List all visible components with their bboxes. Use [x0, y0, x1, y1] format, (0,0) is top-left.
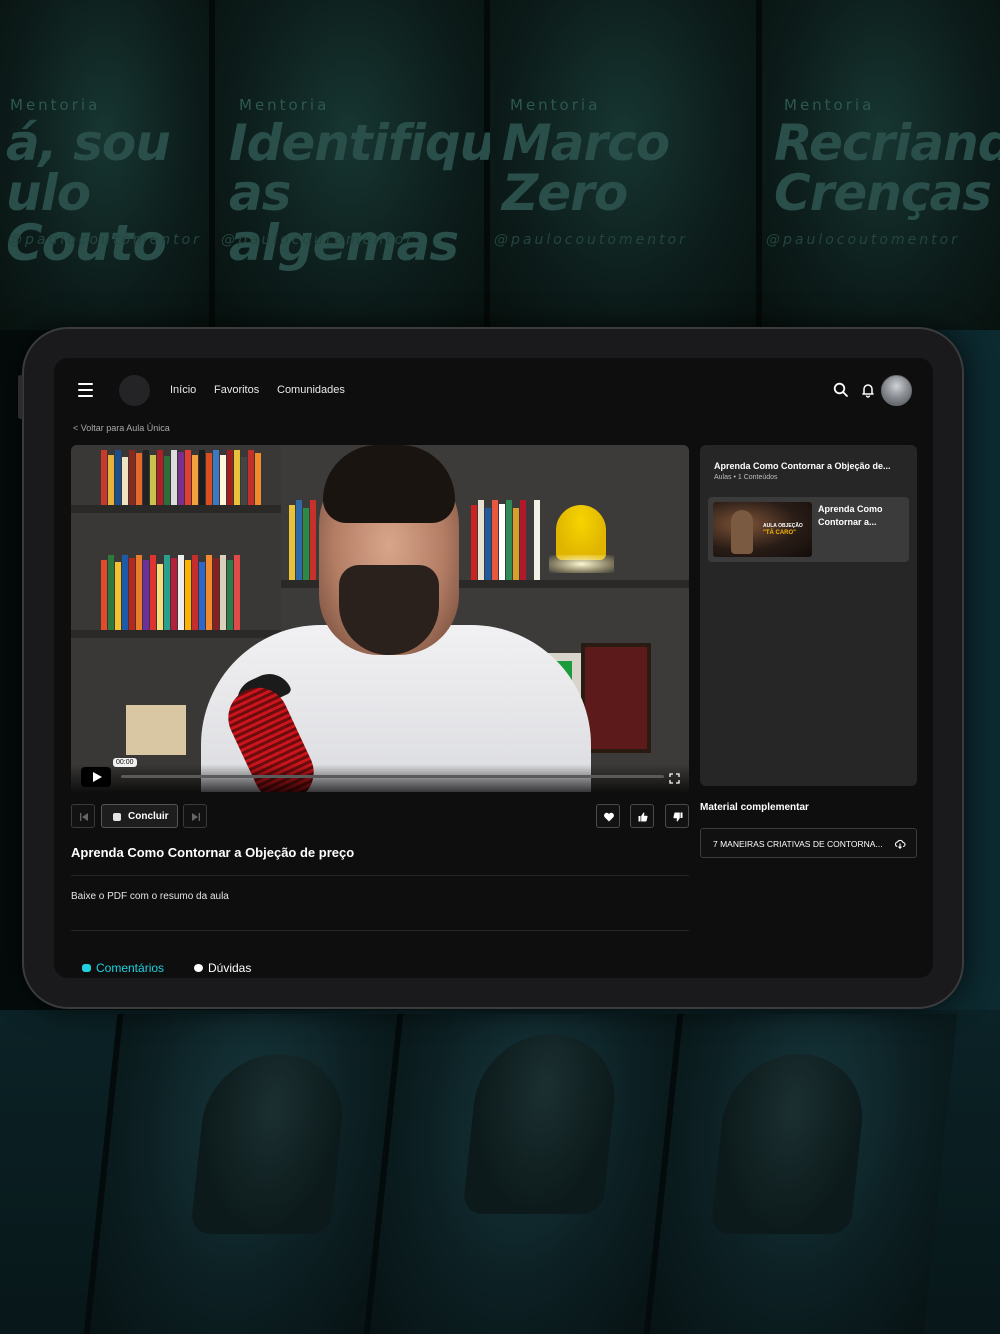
video-player[interactable]: 00:00 — [71, 445, 689, 792]
tab-questions-label: Dúvidas — [208, 961, 252, 975]
skip-forward-icon — [192, 813, 200, 821]
nav-link-inicio[interactable]: Início — [170, 384, 196, 396]
back-link[interactable]: < Voltar para Aula Única — [73, 423, 170, 433]
nav-link-comunidades[interactable]: Comunidades — [277, 384, 345, 396]
poster-handle: @paulocoutomentor — [494, 232, 688, 248]
poster-tag: Mentoria — [10, 96, 101, 114]
video-progress-bar[interactable] — [121, 775, 664, 778]
person-silhouette — [710, 1054, 870, 1234]
logo[interactable] — [119, 375, 150, 406]
tab-comments[interactable]: Comentários — [82, 961, 164, 975]
desk-lamp — [556, 505, 606, 560]
nav-link-favoritos[interactable]: Favoritos — [214, 384, 259, 396]
cloud-download-icon — [895, 839, 906, 849]
material-file-label: 7 MANEIRAS CRIATIVAS DE CONTORNA... — [713, 839, 883, 849]
poster-title: Recriando Crenças — [774, 114, 1000, 222]
poster-4: Mentoria Recriando Crenças @paulocoutome… — [762, 0, 1000, 330]
poster-handle: @paulocoutomentor — [8, 232, 202, 248]
playlist-item-label: Aprenda Como Contornar a... — [818, 504, 883, 527]
lesson-playlist: Aprenda Como Contornar a Objeção de... A… — [700, 445, 917, 786]
previous-lesson-button[interactable] — [71, 804, 95, 828]
favorite-button[interactable] — [596, 804, 620, 828]
photo-panel-3 — [642, 1014, 958, 1334]
books-row — [289, 500, 317, 580]
top-nav: Início Favoritos Comunidades — [54, 358, 933, 422]
comment-icon — [82, 964, 91, 972]
lamp-glow — [549, 555, 614, 573]
search-icon[interactable] — [833, 382, 849, 398]
shelf-board — [71, 630, 281, 638]
presenter-hair — [323, 445, 455, 523]
lesson-description: Baixe o PDF com o resumo da aula — [71, 891, 229, 902]
playlist-item[interactable]: AULA OBJEÇÃO "TÁ CARO" Aprenda Como Cont… — [708, 497, 909, 562]
video-controls-bar — [71, 764, 689, 792]
books-row — [471, 500, 541, 580]
poster-handle: @paulocoutomentor — [221, 232, 415, 248]
playlist-title: Aprenda Como Contornar a Objeção de... — [714, 461, 891, 471]
poster-tag: Mentoria — [510, 96, 601, 114]
conclude-button[interactable]: Concluir — [101, 804, 178, 828]
book-stack — [126, 705, 186, 755]
shelf-board — [71, 505, 281, 513]
app-screen: Início Favoritos Comunidades < Voltar pa… — [54, 358, 933, 978]
picture-frame — [581, 643, 651, 753]
question-icon — [194, 964, 203, 972]
video-time: 00:00 — [113, 758, 137, 767]
thumbnail-person — [731, 510, 753, 554]
divider — [71, 875, 689, 876]
heart-icon — [604, 812, 614, 822]
checkbox-icon — [113, 813, 121, 821]
next-lesson-button[interactable] — [183, 804, 207, 828]
poster-1: Mentoria á, sou ulo Couto @paulocoutomen… — [0, 0, 215, 330]
person-silhouette — [462, 1034, 622, 1214]
photo-panel-2 — [362, 1014, 678, 1334]
hamburger-menu-icon[interactable] — [78, 383, 93, 397]
lesson-thumbnail: AULA OBJEÇÃO "TÁ CARO" — [713, 502, 812, 557]
lesson-title: Aprenda Como Contornar a Objeção de preç… — [71, 845, 355, 860]
books-row — [101, 450, 262, 505]
poster-tag: Mentoria — [784, 96, 875, 114]
conclude-label: Concluir — [128, 811, 169, 822]
tablet-side-button — [18, 375, 23, 419]
user-avatar[interactable] — [881, 375, 912, 406]
poster-handle: @paulocoutomentor — [766, 232, 960, 248]
play-button[interactable] — [81, 767, 111, 787]
divider — [71, 930, 689, 931]
material-download-button[interactable]: 7 MANEIRAS CRIATIVAS DE CONTORNA... — [700, 828, 917, 858]
bell-icon[interactable] — [860, 382, 876, 398]
thumbs-up-icon — [638, 812, 648, 822]
poster-title: Marco Zero — [502, 114, 670, 222]
person-silhouette — [190, 1054, 350, 1234]
material-title: Material complementar — [700, 802, 809, 813]
photo-panel-1 — [82, 1014, 398, 1334]
books-row — [101, 555, 241, 630]
thumbnail-text: AULA OBJEÇÃO "TÁ CARO" — [763, 523, 803, 536]
tab-questions[interactable]: Dúvidas — [194, 961, 251, 975]
poster-tag: Mentoria — [239, 96, 330, 114]
playlist-subtitle: Aulas • 1 Conteúdos — [714, 474, 778, 481]
poster-2: Mentoria Identifique as algemas @pauloco… — [215, 0, 528, 330]
dislike-button[interactable] — [665, 804, 689, 828]
poster-3: Mentoria Marco Zero @paulocoutomentor — [490, 0, 762, 330]
thumbs-down-icon — [673, 812, 683, 822]
tab-comments-label: Comentários — [96, 961, 165, 975]
skip-back-icon — [80, 813, 88, 821]
fullscreen-icon[interactable] — [669, 771, 680, 784]
like-button[interactable] — [630, 804, 654, 828]
